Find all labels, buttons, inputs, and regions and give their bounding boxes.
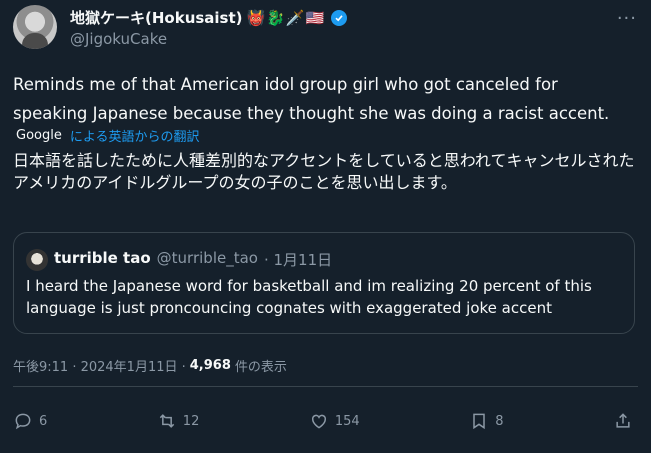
like-count: 154 xyxy=(334,413,360,429)
more-options-icon[interactable]: ··· xyxy=(617,8,637,29)
quoted-date: · 1月11日 xyxy=(263,251,333,269)
action-bar: 6 12 154 8 xyxy=(13,408,633,434)
share-icon xyxy=(616,413,630,428)
verified-badge-icon xyxy=(331,9,348,26)
tweet-text: Reminds me of that American idol group g… xyxy=(13,75,610,123)
retweet-count: 12 xyxy=(182,413,200,429)
views-label: 件の表示 xyxy=(234,360,287,375)
author-name-row[interactable]: 地獄ケーキ(Hokusaist) 👹🐉🗡️🇺🇸 xyxy=(70,7,348,28)
bookmark-count: 8 xyxy=(495,413,504,429)
author-display-name[interactable]: 地獄ケーキ(Hokusaist) xyxy=(70,7,243,28)
author-avatar[interactable] xyxy=(13,5,57,49)
quoted-text: I heard the Japanese word for basketball… xyxy=(26,277,592,317)
quoted-author-handle: @turrible_tao xyxy=(156,249,258,267)
quoted-header: turrible tao @turrible_tao · 1月11日 xyxy=(54,249,332,270)
translated-text: 日本語を話したために人種差別的なアクセントをしていると思われてキャンセルされたア… xyxy=(13,151,635,192)
reply-button[interactable]: 6 xyxy=(13,411,47,431)
like-button[interactable]: 154 xyxy=(309,411,360,431)
reply-icon xyxy=(15,413,31,430)
quoted-author-name: turrible tao xyxy=(54,249,151,267)
bookmark-icon xyxy=(473,413,485,430)
google-logo: Google xyxy=(16,128,62,143)
translation-link[interactable]: による英語からの翻訳 xyxy=(70,126,200,145)
translation-attribution: Google による英語からの翻訳 xyxy=(16,126,199,145)
author-handle[interactable]: @JigokuCake xyxy=(70,30,167,48)
tweet-meta: 午後9:11 · 2024年1月11日 · 4,968 件の表示 xyxy=(13,356,287,375)
views-count: 4,968 xyxy=(189,358,231,373)
share-button[interactable] xyxy=(613,411,633,431)
author-emojis: 👹🐉🗡️🇺🇸 xyxy=(246,8,326,27)
quoted-tweet[interactable]: turrible tao @turrible_tao · 1月11日 I hea… xyxy=(13,232,635,334)
reply-count: 6 xyxy=(39,413,48,429)
bookmark-button[interactable]: 8 xyxy=(469,411,503,431)
divider xyxy=(13,386,638,387)
retweet-button[interactable]: 12 xyxy=(157,411,200,431)
heart-icon xyxy=(311,414,326,429)
quoted-author-avatar xyxy=(26,249,48,271)
tweet-timestamp[interactable]: 午後9:11 · 2024年1月11日 · xyxy=(13,356,186,375)
retweet-icon xyxy=(159,414,174,428)
